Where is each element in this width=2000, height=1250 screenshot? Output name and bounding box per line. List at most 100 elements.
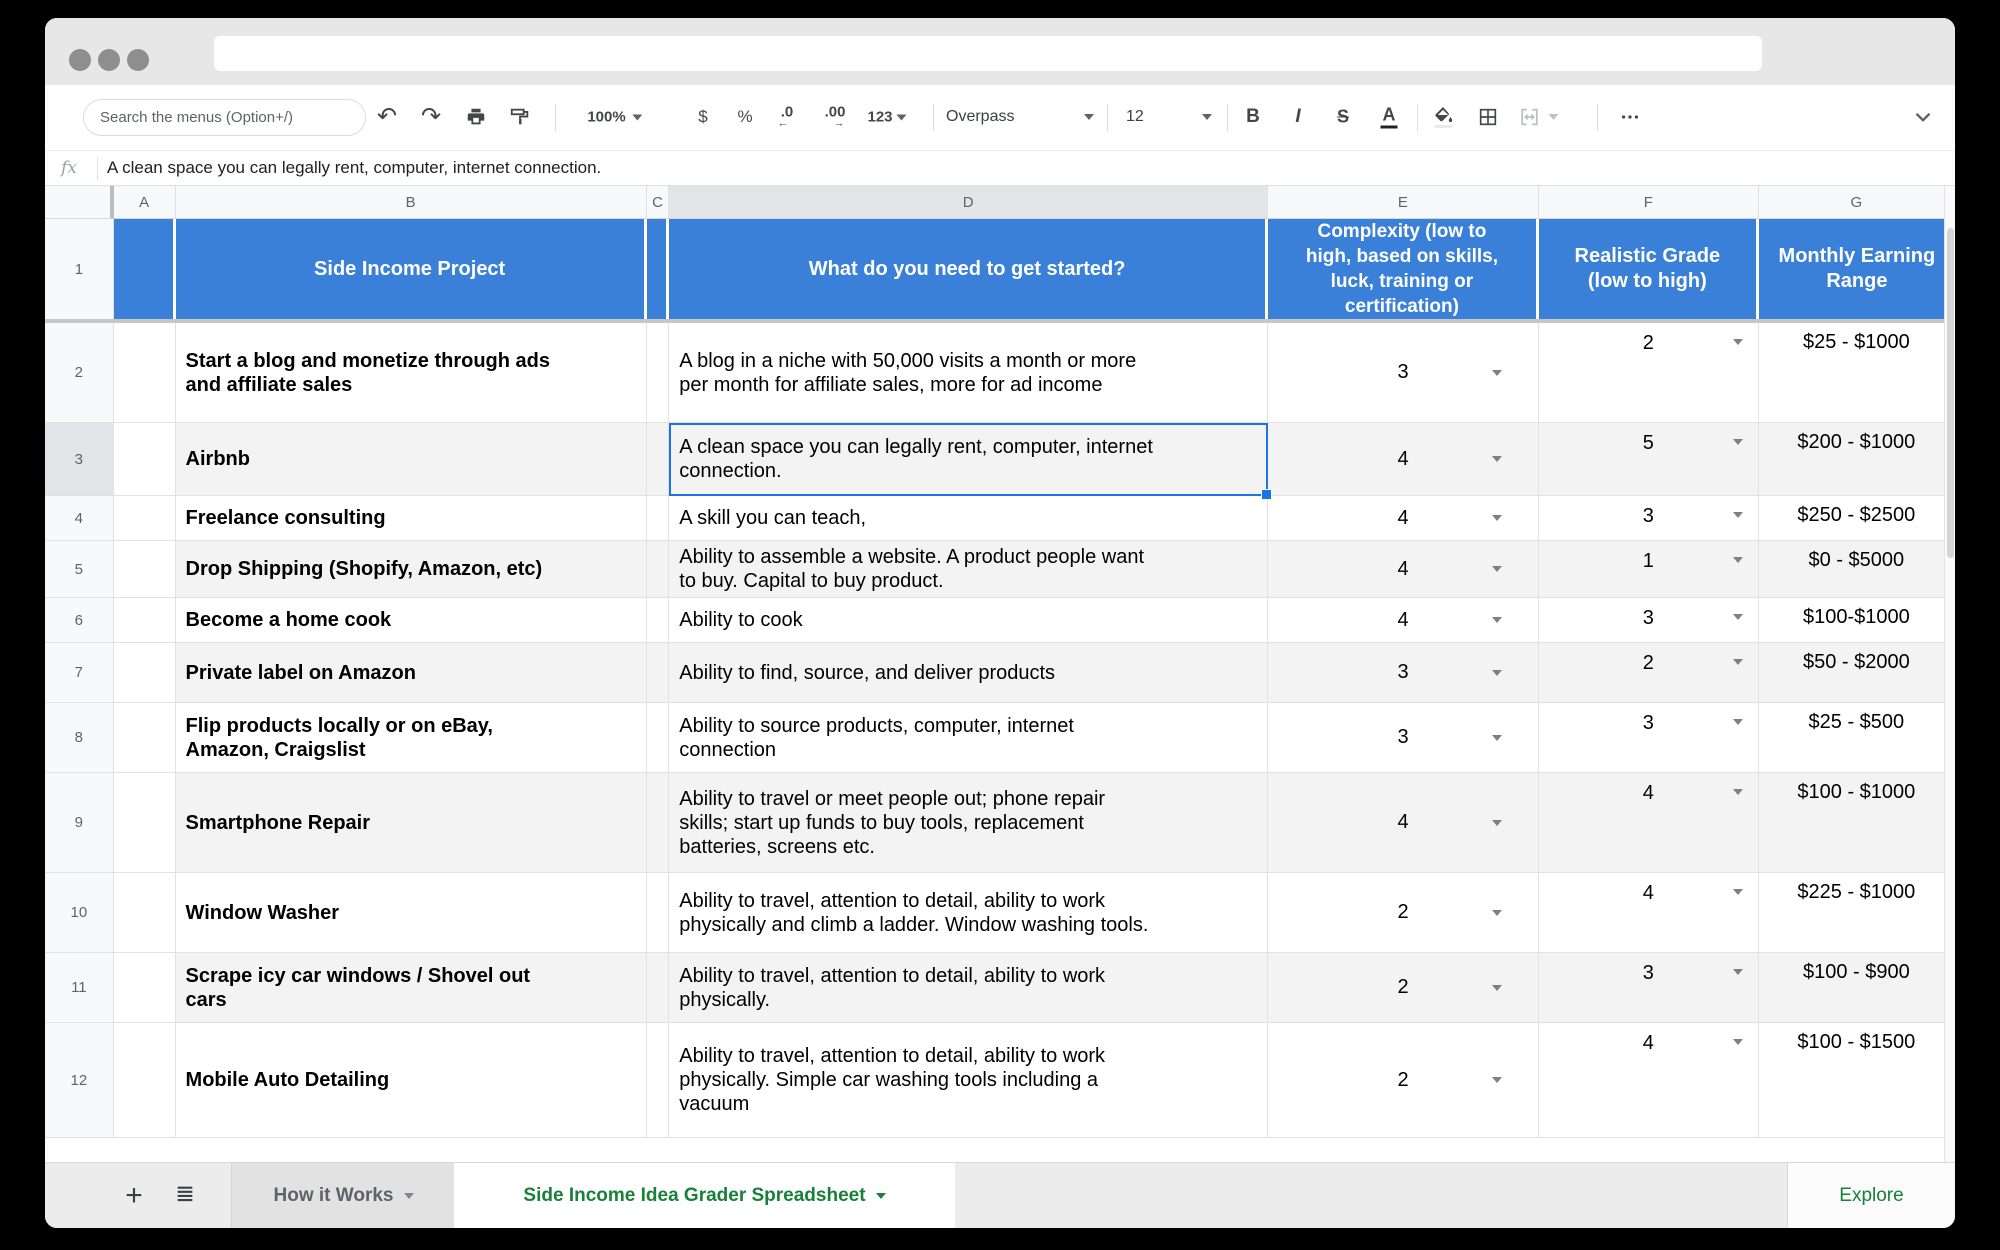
- cell-grade[interactable]: 3: [1539, 953, 1759, 1023]
- dropdown-arrow-icon[interactable]: [1733, 557, 1743, 563]
- cell-c[interactable]: [647, 773, 670, 873]
- number-format-button[interactable]: 123: [867, 109, 906, 126]
- cell-project[interactable]: Start a blog and monetize through ads an…: [176, 323, 647, 423]
- cell-grade[interactable]: 2: [1539, 323, 1759, 423]
- zoom-select[interactable]: 100%: [587, 109, 642, 126]
- cell-grade[interactable]: 4: [1539, 1023, 1759, 1138]
- cell-income[interactable]: $100 - $1000: [1759, 773, 1955, 873]
- dropdown-arrow-icon[interactable]: [1492, 735, 1502, 741]
- font-family-select[interactable]: Overpass: [946, 108, 1094, 126]
- row-number[interactable]: 7: [45, 643, 114, 703]
- dropdown-arrow-icon[interactable]: [1492, 515, 1502, 521]
- tab-how-it-works[interactable]: How it Works: [231, 1163, 456, 1228]
- strikethrough-button[interactable]: S: [1337, 107, 1349, 128]
- header-cell-a[interactable]: [114, 219, 176, 319]
- dropdown-arrow-icon[interactable]: [1733, 659, 1743, 665]
- cell-income[interactable]: $100 - $1500: [1759, 1023, 1955, 1138]
- collapse-toolbar-icon[interactable]: [1910, 104, 1936, 130]
- cell-income[interactable]: $100-$1000: [1759, 598, 1955, 643]
- row-number[interactable]: 1: [45, 219, 114, 319]
- row-number[interactable]: 12: [45, 1023, 114, 1138]
- cell-complexity[interactable]: 4: [1268, 423, 1539, 496]
- cell-income[interactable]: $0 - $5000: [1759, 541, 1955, 598]
- merge-cells-icon[interactable]: [1518, 106, 1559, 128]
- cell-grade[interactable]: 1: [1539, 541, 1759, 598]
- window-close-icon[interactable]: [69, 49, 91, 71]
- text-color-button[interactable]: A: [1381, 106, 1398, 129]
- dropdown-arrow-icon[interactable]: [1492, 910, 1502, 916]
- row-number[interactable]: 9: [45, 773, 114, 873]
- cell-needs[interactable]: Ability to source products, computer, in…: [669, 703, 1268, 773]
- dropdown-arrow-icon[interactable]: [1492, 670, 1502, 676]
- cell-needs[interactable]: A skill you can teach,: [669, 496, 1268, 541]
- dropdown-arrow-icon[interactable]: [1492, 370, 1502, 376]
- cell-grade[interactable]: 4: [1539, 873, 1759, 953]
- explore-button[interactable]: Explore: [1787, 1163, 1955, 1228]
- cell-c[interactable]: [647, 953, 670, 1023]
- cell-needs[interactable]: Ability to travel, attention to detail, …: [669, 953, 1268, 1023]
- column-header-D[interactable]: D: [669, 186, 1268, 219]
- cell-a[interactable]: [114, 953, 176, 1023]
- cell-project[interactable]: Become a home cook: [176, 598, 647, 643]
- row-number[interactable]: 10: [45, 873, 114, 953]
- cell-project[interactable]: Smartphone Repair: [176, 773, 647, 873]
- cell-c[interactable]: [647, 643, 670, 703]
- all-sheets-menu-icon[interactable]: [174, 1182, 196, 1209]
- cell-a[interactable]: [114, 496, 176, 541]
- bold-button[interactable]: B: [1246, 106, 1260, 128]
- dropdown-arrow-icon[interactable]: [1733, 512, 1743, 518]
- cell-a[interactable]: [114, 541, 176, 598]
- cell-needs[interactable]: Ability to travel, attention to detail, …: [669, 1023, 1268, 1138]
- cell-grade[interactable]: 5: [1539, 423, 1759, 496]
- dropdown-arrow-icon[interactable]: [1492, 456, 1502, 462]
- cell-a[interactable]: [114, 423, 176, 496]
- row-number[interactable]: 11: [45, 953, 114, 1023]
- cell-project[interactable]: Airbnb: [176, 423, 647, 496]
- cell-a[interactable]: [114, 323, 176, 423]
- cell-a[interactable]: [114, 598, 176, 643]
- header-cell-project[interactable]: Side Income Project: [176, 219, 647, 319]
- cell-needs[interactable]: A blog in a niche with 50,000 visits a m…: [669, 323, 1268, 423]
- cell-a[interactable]: [114, 1023, 176, 1138]
- scrollbar-thumb[interactable]: [1947, 228, 1954, 558]
- dropdown-arrow-icon[interactable]: [1492, 617, 1502, 623]
- tab-side-income-idea-grader[interactable]: Side Income Idea Grader Spreadsheet: [454, 1163, 955, 1228]
- borders-icon[interactable]: [1477, 106, 1499, 128]
- cell-c[interactable]: [647, 541, 670, 598]
- cell-income[interactable]: $25 - $500: [1759, 703, 1955, 773]
- cell-project[interactable]: Flip products locally or on eBay, Amazon…: [176, 703, 647, 773]
- cell-grade[interactable]: 2: [1539, 643, 1759, 703]
- cell-needs[interactable]: Ability to cook: [669, 598, 1268, 643]
- column-header-G[interactable]: G: [1759, 186, 1955, 219]
- cell-complexity[interactable]: 2: [1268, 873, 1539, 953]
- format-currency-button[interactable]: $: [698, 107, 707, 127]
- cell-needs[interactable]: Ability to travel or meet people out; ph…: [669, 773, 1268, 873]
- dropdown-arrow-icon[interactable]: [1733, 439, 1743, 445]
- cell-income[interactable]: $50 - $2000: [1759, 643, 1955, 703]
- cell-c[interactable]: [647, 496, 670, 541]
- column-header-A[interactable]: A: [114, 186, 176, 219]
- cell-needs[interactable]: A clean space you can legally rent, comp…: [669, 423, 1268, 496]
- dropdown-arrow-icon[interactable]: [1492, 1077, 1502, 1083]
- italic-button[interactable]: I: [1295, 106, 1300, 128]
- column-header-E[interactable]: E: [1268, 186, 1539, 219]
- cell-project[interactable]: Mobile Auto Detailing: [176, 1023, 647, 1138]
- cell-grade[interactable]: 3: [1539, 703, 1759, 773]
- cell-project[interactable]: Drop Shipping (Shopify, Amazon, etc): [176, 541, 647, 598]
- header-cell-grade[interactable]: Realistic Grade (low to high): [1539, 219, 1759, 319]
- cell-income[interactable]: $200 - $1000: [1759, 423, 1955, 496]
- cell-a[interactable]: [114, 873, 176, 953]
- dropdown-arrow-icon[interactable]: [1733, 339, 1743, 345]
- column-header-B[interactable]: B: [176, 186, 647, 219]
- dropdown-arrow-icon[interactable]: [1733, 889, 1743, 895]
- cell-a[interactable]: [114, 773, 176, 873]
- cell-needs[interactable]: Ability to assemble a website. A product…: [669, 541, 1268, 598]
- cell-c[interactable]: [647, 1023, 670, 1138]
- cell-complexity[interactable]: 3: [1268, 643, 1539, 703]
- cell-project[interactable]: Private label on Amazon: [176, 643, 647, 703]
- cell-complexity[interactable]: 4: [1268, 598, 1539, 643]
- fill-color-icon[interactable]: [1433, 106, 1453, 128]
- cell-complexity[interactable]: 3: [1268, 703, 1539, 773]
- cell-grade[interactable]: 3: [1539, 598, 1759, 643]
- row-number[interactable]: 3: [45, 423, 114, 496]
